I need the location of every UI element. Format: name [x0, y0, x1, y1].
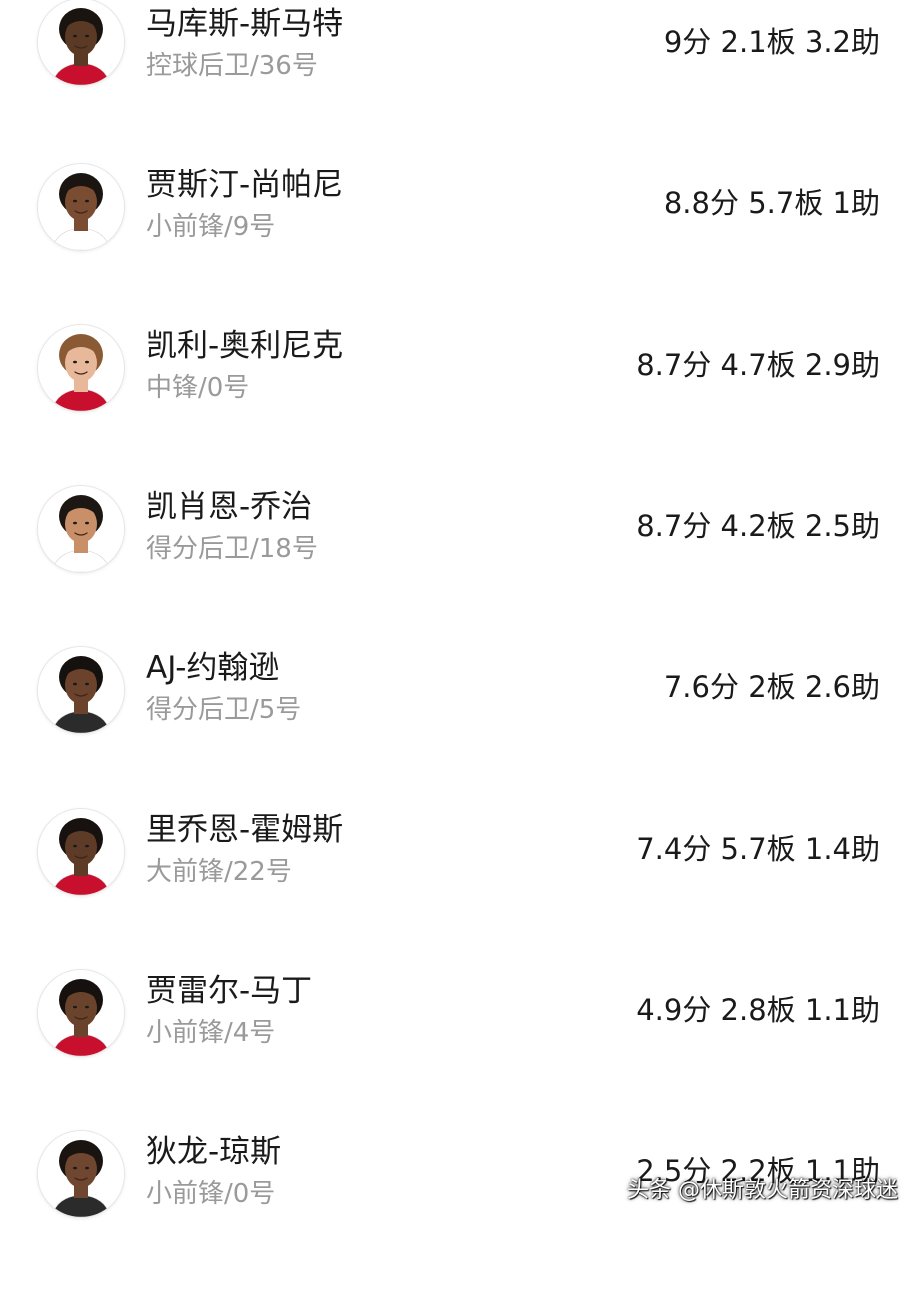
headshot-graphic [38, 1131, 124, 1217]
watermark-text: 头条 @休斯敦火箭资深球迷 [627, 1178, 898, 1203]
player-headshot-icon[interactable] [37, 808, 125, 896]
player-stats: 7.4分 5.7板 1.4助 [636, 832, 880, 866]
headshot-graphic [38, 164, 124, 250]
player-headshot-icon[interactable] [37, 163, 125, 251]
player-roster-list: 马库斯-斯马特 控球后卫/36号 9分 2.1板 3.2助 贾斯汀-尚帕尼 小前… [0, 0, 918, 1224]
player-stats: 9分 2.1板 3.2助 [663, 25, 880, 59]
headshot-graphic [38, 809, 124, 895]
player-row[interactable]: 贾斯汀-尚帕尼 小前锋/9号 8.8分 5.7板 1助 [0, 161, 918, 322]
player-row[interactable]: 马库斯-斯马特 控球后卫/36号 9分 2.1板 3.2助 [0, 0, 918, 161]
player-row[interactable]: 贾雷尔-马丁 小前锋/4号 4.9分 2.8板 1.1助 [0, 967, 918, 1128]
player-position: 小前锋/0号 [146, 1179, 276, 1209]
player-headshot-icon[interactable] [37, 969, 125, 1057]
player-position: 控球后卫/36号 [146, 51, 318, 81]
player-position: 小前锋/4号 [146, 1018, 276, 1048]
player-name: 凯肖恩-乔治 [146, 489, 313, 525]
player-position: 小前锋/9号 [146, 212, 276, 242]
player-name: 里乔恩-霍姆斯 [146, 812, 344, 848]
player-stats: 8.7分 4.7板 2.9助 [636, 348, 880, 382]
player-name: 贾斯汀-尚帕尼 [146, 167, 344, 203]
player-position: 得分后卫/5号 [146, 695, 302, 725]
player-position: 得分后卫/18号 [146, 534, 318, 564]
player-name: AJ-约翰逊 [146, 650, 280, 686]
player-name: 贾雷尔-马丁 [146, 973, 313, 1009]
player-row[interactable]: 凯肖恩-乔治 得分后卫/18号 8.7分 4.2板 2.5助 [0, 483, 918, 644]
headshot-graphic [38, 970, 124, 1056]
player-row[interactable]: 里乔恩-霍姆斯 大前锋/22号 7.4分 5.7板 1.4助 [0, 806, 918, 967]
player-position: 中锋/0号 [146, 373, 250, 403]
player-headshot-icon[interactable] [37, 1130, 125, 1218]
headshot-graphic [38, 647, 124, 733]
player-row[interactable]: 狄龙-琼斯 小前锋/0号 2.5分 2.2板 1.1助 [0, 1128, 918, 1289]
player-headshot-icon[interactable] [37, 646, 125, 734]
player-headshot-icon[interactable] [37, 0, 125, 86]
headshot-graphic [38, 0, 124, 85]
player-stats: 7.6分 2板 2.6助 [663, 670, 880, 704]
player-stats: 8.7分 4.2板 2.5助 [636, 509, 880, 543]
player-row[interactable]: 凯利-奥利尼克 中锋/0号 8.7分 4.7板 2.9助 [0, 322, 918, 483]
player-headshot-icon[interactable] [37, 324, 125, 412]
player-name: 凯利-奥利尼克 [146, 328, 344, 364]
player-name: 马库斯-斯马特 [146, 6, 344, 42]
player-headshot-icon[interactable] [37, 485, 125, 573]
player-position: 大前锋/22号 [146, 857, 292, 887]
player-name: 狄龙-琼斯 [146, 1134, 282, 1170]
headshot-graphic [38, 486, 124, 572]
headshot-graphic [38, 325, 124, 411]
player-stats: 8.8分 5.7板 1助 [663, 186, 880, 220]
player-stats: 4.9分 2.8板 1.1助 [636, 993, 880, 1027]
player-row[interactable]: AJ-约翰逊 得分后卫/5号 7.6分 2板 2.6助 [0, 644, 918, 805]
